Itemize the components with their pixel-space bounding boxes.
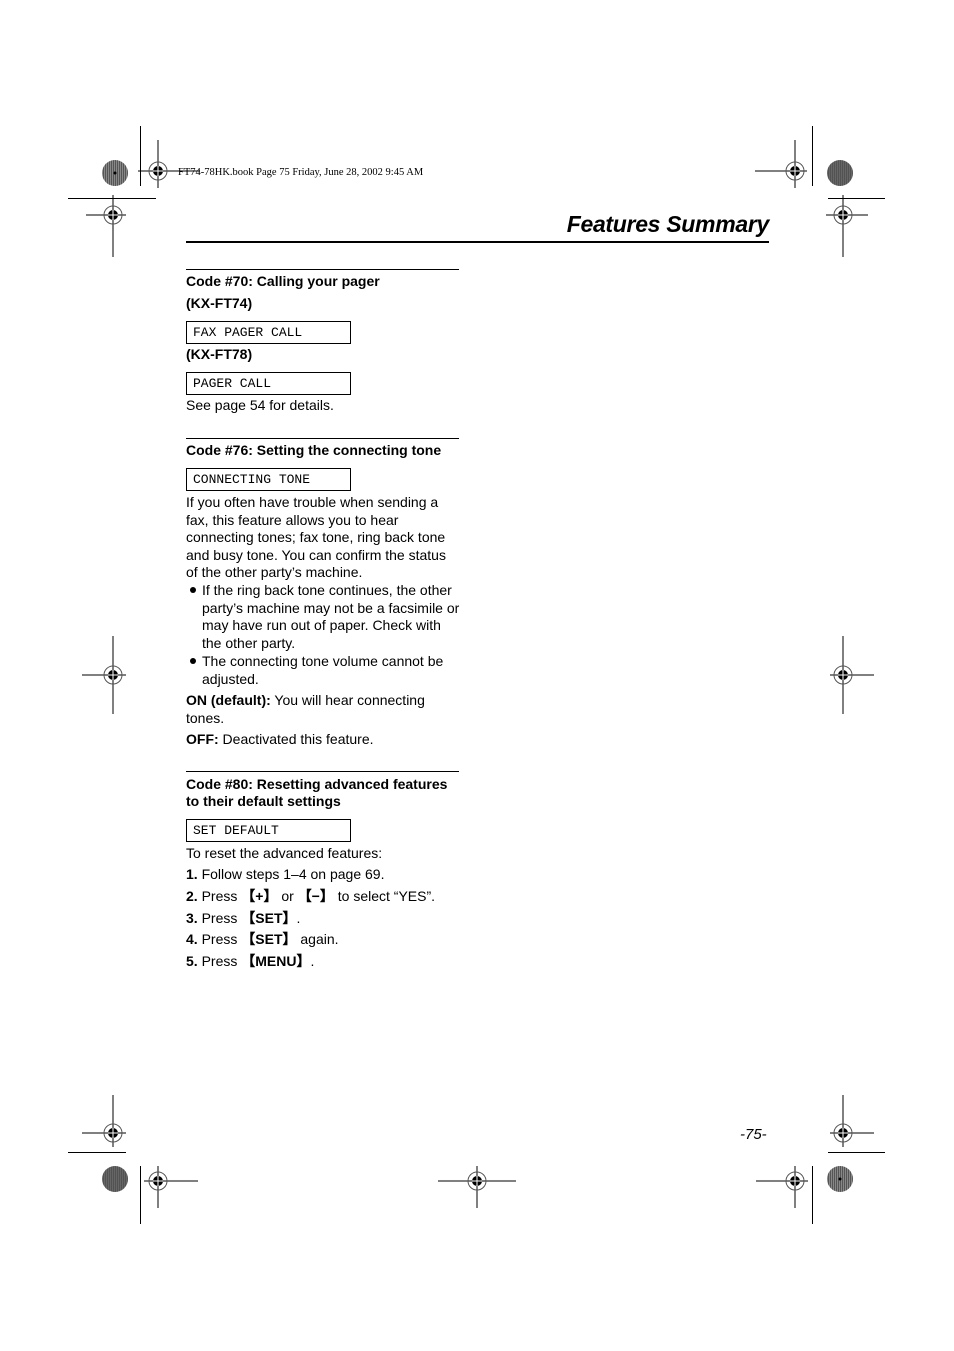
crop-line — [812, 1166, 813, 1224]
registration-mark-icon — [756, 1166, 808, 1208]
registration-mark-icon — [438, 1166, 516, 1208]
bullet-item: If the ring back tone continues, the oth… — [186, 582, 461, 652]
step-number: 4. — [186, 931, 198, 947]
step-text: . — [296, 910, 301, 926]
step-text: to select “YES”. — [333, 888, 436, 904]
section-heading-code-80: Code #80: Resetting advanced features to… — [186, 776, 466, 810]
step-item: 4. Press 【SET】 again. — [186, 931, 339, 948]
option-off: OFF: Deactivated this feature. — [186, 731, 461, 749]
bullet-text: If the ring back tone continues, the oth… — [202, 582, 460, 651]
starburst-target-icon — [827, 1166, 853, 1192]
section-rule — [186, 438, 459, 439]
title-rule — [186, 241, 769, 243]
model-label-kx-ft78: (KX-FT78) — [186, 346, 253, 362]
bullet-text: The connecting tone volume cannot be adj… — [202, 653, 444, 687]
see-page-note: See page 54 for details. — [186, 397, 334, 413]
print-info: FT74-78HK.book Page 75 Friday, June 28, … — [178, 167, 424, 178]
section-rule — [186, 269, 459, 270]
step-text: Press — [197, 888, 242, 904]
step-text: again. — [296, 931, 339, 947]
lcd-display-set-default: SET DEFAULT — [186, 819, 351, 842]
step-item: 5. Press 【MENU】. — [186, 953, 314, 970]
set-key: 【SET】 — [241, 931, 297, 947]
lcd-display-pager-call: PAGER CALL — [186, 372, 351, 395]
option-label: OFF: — [186, 731, 219, 747]
set-key: 【SET】 — [241, 910, 297, 926]
minus-key: 【−】 — [297, 888, 334, 904]
page-title: Features Summary — [566, 211, 770, 237]
menu-key: 【MENU】 — [241, 953, 311, 969]
registration-mark-icon — [755, 140, 807, 188]
step-text: Follow steps 1–4 on page 69. — [197, 866, 385, 882]
registration-mark-icon — [826, 195, 868, 257]
starburst-target-icon — [102, 160, 128, 186]
step-text: Press — [197, 953, 242, 969]
step-text: Press — [197, 931, 242, 947]
heading-line: Code #80: Resetting advanced features — [186, 776, 448, 792]
page-number: -75- — [740, 1126, 767, 1143]
registration-mark-icon — [830, 1095, 874, 1147]
step-text: or — [277, 888, 298, 904]
registration-mark-icon — [830, 636, 874, 714]
bullet-icon — [190, 658, 196, 664]
step-item: 1. Follow steps 1–4 on page 69. — [186, 866, 384, 883]
color-target-icon — [827, 160, 853, 186]
lcd-display-connecting-tone: CONNECTING TONE — [186, 468, 351, 491]
step-text: Press — [197, 910, 242, 926]
bullet-icon — [190, 587, 196, 593]
section-heading-code-70: Code #70: Calling your pager — [186, 273, 380, 289]
registration-mark-icon — [86, 195, 126, 257]
step-text: . — [310, 953, 315, 969]
bullet-item: The connecting tone volume cannot be adj… — [186, 653, 461, 688]
heading-line: to their default settings — [186, 793, 341, 809]
step-number: 3. — [186, 910, 198, 926]
registration-mark-icon — [82, 1095, 126, 1147]
crop-line — [140, 1166, 141, 1224]
steps-intro: To reset the advanced features: — [186, 845, 383, 861]
description: If you often have trouble when sending a… — [186, 494, 446, 581]
option-label: ON (default): — [186, 692, 271, 708]
option-on: ON (default): You will hear connecting t… — [186, 692, 461, 727]
section-heading-code-76: Code #76: Setting the connecting tone — [186, 442, 442, 458]
registration-mark-icon — [82, 636, 126, 714]
step-item: 3. Press 【SET】. — [186, 910, 300, 927]
step-number: 1. — [186, 866, 198, 882]
step-number: 5. — [186, 953, 198, 969]
step-number: 2. — [186, 888, 198, 904]
lcd-display-fax-pager-call: FAX PAGER CALL — [186, 321, 351, 344]
option-text: Deactivated this feature. — [218, 731, 374, 747]
model-label-kx-ft74: (KX-FT74) — [186, 295, 253, 311]
registration-mark-icon — [144, 1166, 198, 1208]
step-item: 2. Press 【+】 or 【−】 to select “YES”. — [186, 888, 435, 905]
color-target-icon — [102, 1166, 128, 1192]
section-rule — [186, 771, 459, 772]
plus-key: 【+】 — [241, 888, 278, 904]
